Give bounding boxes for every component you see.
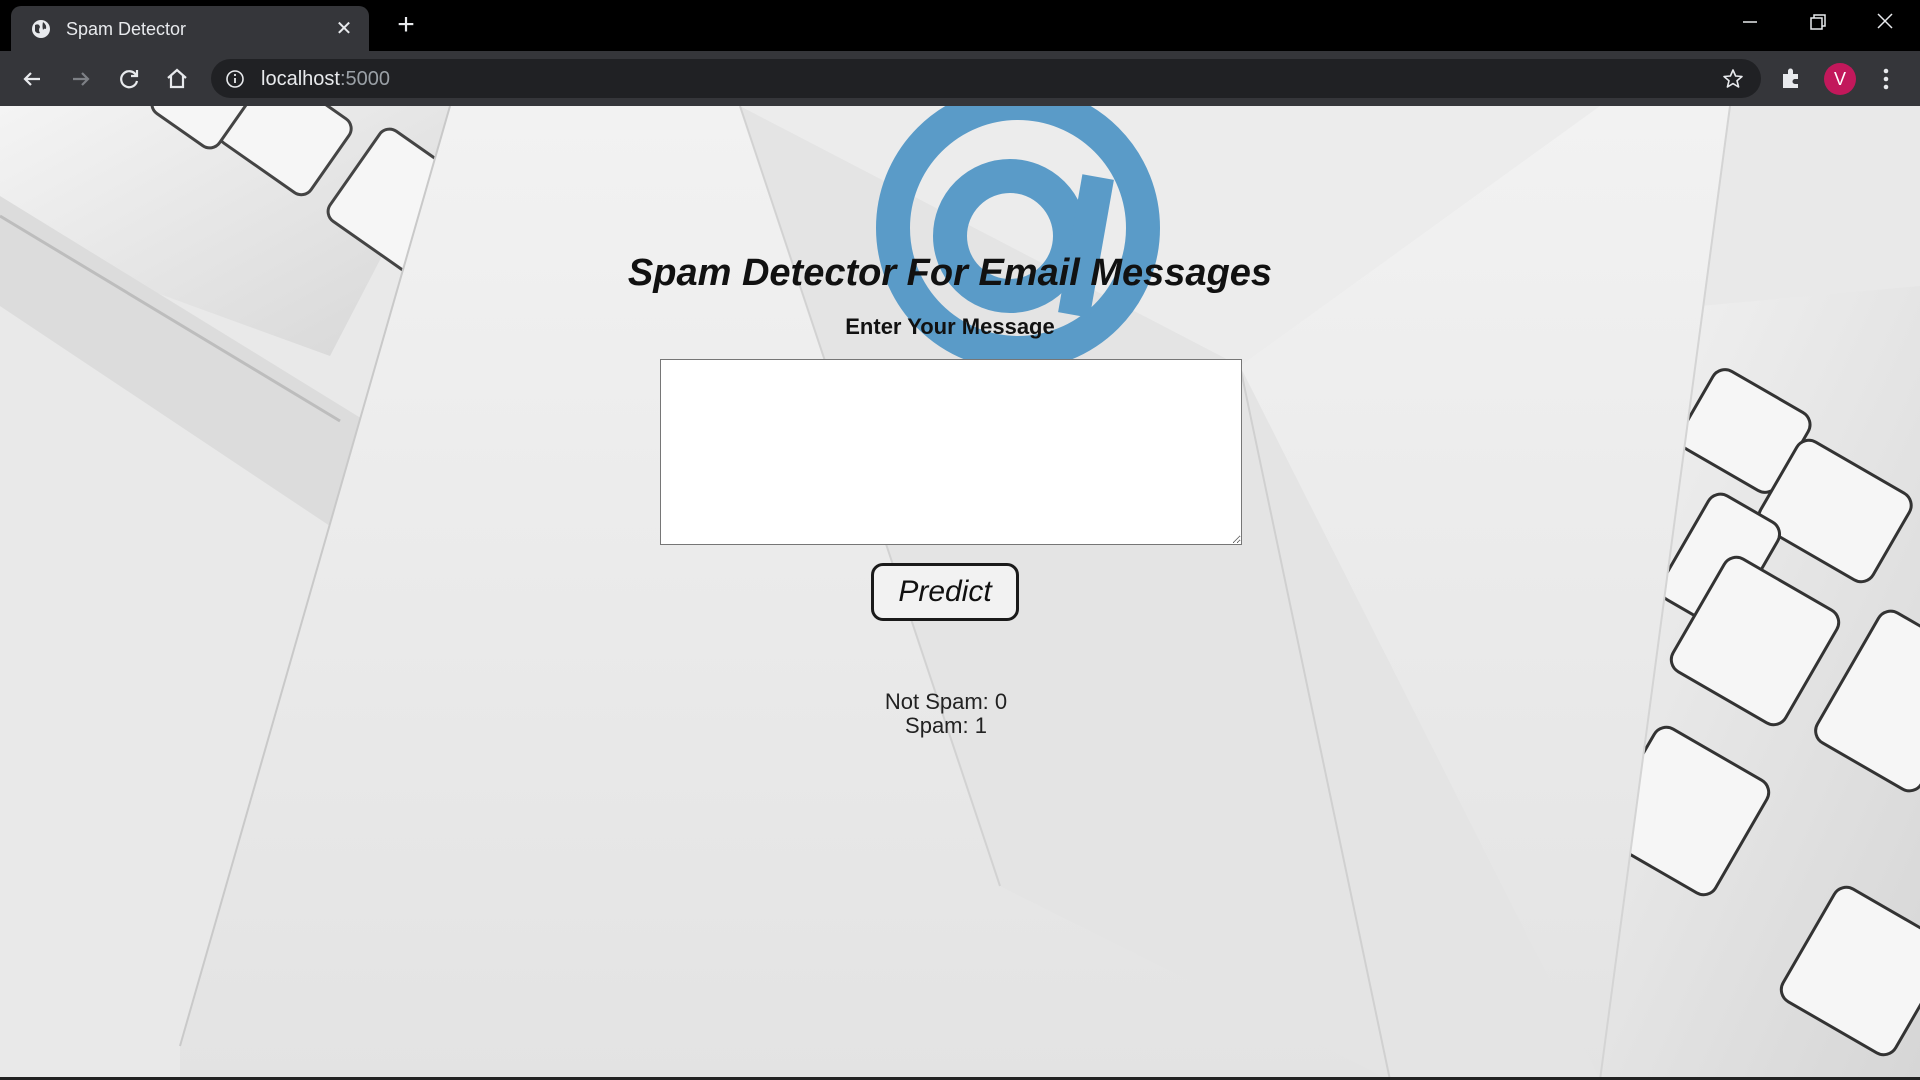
extensions-icon[interactable] [1778, 65, 1804, 91]
message-textarea[interactable] [660, 359, 1242, 545]
address-bar[interactable]: localhost:5000 [211, 59, 1761, 98]
bookmark-star-icon[interactable] [1721, 67, 1745, 91]
url-text: localhost:5000 [261, 68, 390, 90]
minimize-icon[interactable] [1735, 10, 1765, 34]
toolbar: localhost:5000 V [0, 51, 1920, 106]
page-viewport: Spam Detector For Email Messages Enter Y… [0, 106, 1920, 1080]
result-not-spam: Not Spam: 0 [884, 689, 1008, 714]
globe-icon [32, 20, 50, 38]
tab-title: Spam Detector [66, 19, 187, 39]
reload-icon[interactable] [115, 65, 143, 93]
more-menu-icon[interactable] [1874, 65, 1898, 93]
predict-button[interactable]: Predict [871, 563, 1019, 621]
profile-avatar[interactable]: V [1824, 63, 1856, 95]
new-tab-icon[interactable]: + [392, 10, 420, 40]
message-label: Enter Your Message [845, 314, 1055, 339]
page-title: Spam Detector For Email Messages [627, 252, 1273, 294]
home-icon[interactable] [163, 65, 191, 93]
info-icon[interactable] [225, 69, 245, 89]
forward-icon[interactable] [67, 65, 95, 93]
browser-tab[interactable]: Spam Detector ✕ [11, 6, 369, 51]
close-icon[interactable]: ✕ [333, 18, 355, 40]
restore-icon[interactable] [1802, 10, 1832, 34]
back-icon[interactable] [18, 65, 46, 93]
tab-strip: Spam Detector ✕ + [0, 0, 1920, 51]
window-close-icon[interactable] [1870, 10, 1900, 34]
result-spam: Spam: 1 [905, 713, 987, 738]
